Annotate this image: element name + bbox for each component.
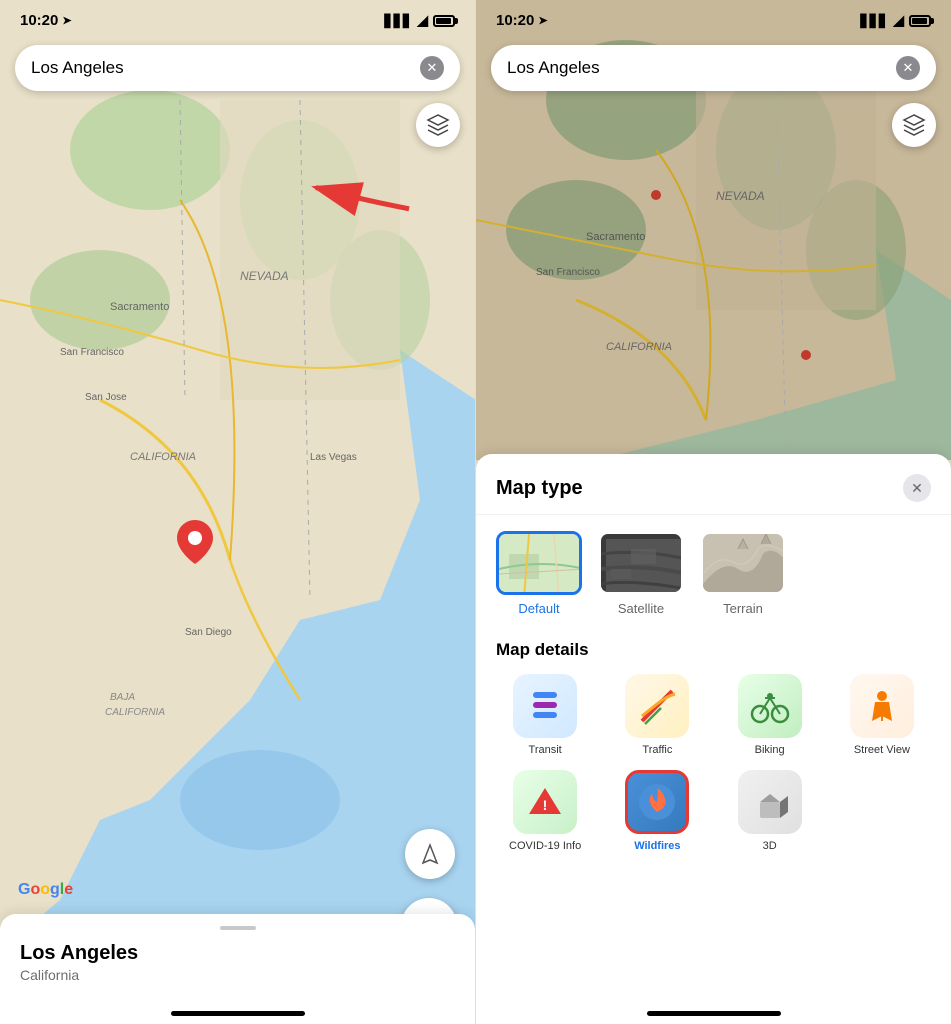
status-bar-right: 10:20 ➤ ▋▋▋ ◢ [476,12,951,29]
signal-icon-left: ▋▋▋ [385,14,413,28]
nav-arrow-right: ➤ [538,14,547,27]
map-background-left: Sacramento San Francisco San Jose CALIFO… [0,0,475,1024]
search-text-left: Los Angeles [31,58,420,78]
svg-text:Las Vegas: Las Vegas [310,452,357,463]
wildfires-label: Wildfires [634,840,680,852]
time-right: 10:20 [496,12,534,29]
layers-button-left[interactable] [416,103,460,147]
search-text-right: Los Angeles [507,58,896,78]
map-type-label-satellite: Satellite [618,601,664,616]
details-title: Map details [496,640,931,660]
svg-text:San Francisco: San Francisco [536,267,600,278]
map-type-default[interactable]: Default [496,531,582,616]
search-bar-left[interactable]: Los Angeles ✕ [15,45,460,91]
battery-left [433,15,455,27]
right-phone: Sacramento San Francisco CALIFORNIA NEVA… [476,0,951,1024]
map-type-label-default: Default [518,601,559,616]
detail-item-3d[interactable]: 3D [721,770,819,852]
bottom-handle [220,926,256,930]
svg-text:San Diego: San Diego [185,627,232,638]
home-indicator-left [171,1011,305,1016]
google-logo: Google [18,881,73,899]
detail-item-covid[interactable]: ! COVID-19 Info [496,770,594,852]
location-pin [177,520,213,572]
biking-icon [738,674,802,738]
map-type-panel: Map type ✕ [476,454,951,1024]
time-left: 10:20 [20,12,58,29]
svg-text:CALIFORNIA: CALIFORNIA [130,451,196,463]
svg-text:!: ! [543,797,548,813]
streetview-icon [850,674,914,738]
map-type-terrain[interactable]: Terrain [700,531,786,616]
battery-right [909,15,931,27]
svg-text:Sacramento: Sacramento [586,231,645,243]
traffic-icon [625,674,689,738]
nav-arrow-left: ➤ [62,14,71,27]
biking-label: Biking [755,744,785,756]
details-grid: Transit Traffic [496,674,931,852]
left-phone: Sacramento San Francisco San Jose CALIFO… [0,0,476,1024]
home-indicator-right [647,1011,781,1016]
svg-text:CALIFORNIA: CALIFORNIA [105,707,165,718]
map-type-section: Default S [476,515,951,632]
detail-item-biking[interactable]: Biking [721,674,819,756]
bottom-panel-left: Los Angeles California [0,914,475,1024]
wifi-icon-right: ◢ [893,12,904,29]
map-type-thumb-satellite [598,531,684,595]
wifi-icon-left: ◢ [417,12,428,29]
map-details-section: Map details Transit [476,632,951,868]
search-clear-right[interactable]: ✕ [896,56,920,80]
svg-text:BAJA: BAJA [110,692,135,703]
3d-icon [738,770,802,834]
svg-text:Sacramento: Sacramento [110,301,169,313]
svg-text:NEVADA: NEVADA [240,269,289,283]
map-type-label-terrain: Terrain [723,601,763,616]
map-type-satellite[interactable]: Satellite [598,531,684,616]
svg-text:San Jose: San Jose [85,392,127,403]
covid-label: COVID-19 Info [509,840,581,852]
nav-button[interactable] [405,829,455,879]
detail-item-streetview[interactable]: Street View [833,674,931,756]
location-title: Los Angeles [20,942,455,965]
transit-icon [513,674,577,738]
detail-item-traffic[interactable]: Traffic [608,674,706,756]
transit-label: Transit [529,744,562,756]
svg-text:CALIFORNIA: CALIFORNIA [606,341,672,353]
wildfires-icon [625,770,689,834]
search-clear-left[interactable]: ✕ [420,56,444,80]
location-subtitle: California [20,967,455,983]
layers-button-right[interactable] [892,103,936,147]
panel-title: Map type [496,477,583,500]
detail-item-transit[interactable]: Transit [496,674,594,756]
panel-header: Map type ✕ [476,454,951,515]
search-bar-right[interactable]: Los Angeles ✕ [491,45,936,91]
detail-item-wildfires[interactable]: Wildfires [608,770,706,852]
streetview-label: Street View [854,744,910,756]
map-type-thumb-terrain [700,531,786,595]
signal-icon-right: ▋▋▋ [861,14,889,28]
covid-icon: ! [513,770,577,834]
traffic-label: Traffic [642,744,672,756]
panel-close-button[interactable]: ✕ [903,474,931,502]
svg-text:San Francisco: San Francisco [60,347,124,358]
status-bar-left: 10:20 ➤ ▋▋▋ ◢ [0,12,475,29]
svg-text:NEVADA: NEVADA [716,189,765,203]
map-type-thumb-default [496,531,582,595]
map-type-row: Default S [496,531,931,616]
3d-label: 3D [763,840,777,852]
